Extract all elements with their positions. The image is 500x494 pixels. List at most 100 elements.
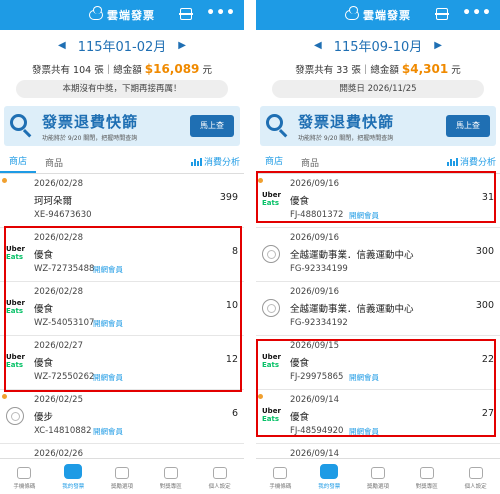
summary-count: 發票共有 33 張｜總金額 bbox=[295, 65, 399, 76]
check-now-button[interactable]: 馬上查 bbox=[446, 115, 490, 137]
nav-item[interactable]: 對獎專區 bbox=[146, 459, 195, 494]
period-selector: ◀ 115年01-02月 ▶ bbox=[0, 30, 244, 60]
period-label: 115年09-10月 bbox=[333, 39, 423, 55]
app-title: 雲端發票 bbox=[107, 9, 155, 22]
highlight-box bbox=[4, 226, 242, 392]
right-phone-screen: 雲端發票 ••• ◀ 115年09-10月 ▶ 發票共有 33 張｜總金額 $4… bbox=[256, 0, 500, 494]
refund-check-banner[interactable]: 發票退費快篩 功能將於 9/20 關閉，把握時間查詢 馬上查 bbox=[260, 106, 496, 146]
store-logo-icon bbox=[6, 407, 24, 425]
bottom-nav: 手機條碼 我的發票 獎勵選項 對獎專區 個人設定 bbox=[256, 458, 500, 494]
app-header: 雲端發票 ••• bbox=[256, 0, 500, 30]
nav-label: 個人設定 bbox=[208, 484, 231, 490]
nav-icon bbox=[163, 467, 178, 479]
nav-item[interactable]: 獎勵選項 bbox=[98, 459, 147, 494]
tab-store[interactable]: 商店 bbox=[0, 154, 36, 173]
store-name: 優步 bbox=[34, 412, 54, 423]
store-name: 珂珂朵爾 bbox=[34, 196, 73, 207]
period-selector: ◀ 115年09-10月 ▶ bbox=[256, 30, 500, 60]
app-title: 雲端發票 bbox=[363, 9, 411, 22]
summary-count: 發票共有 104 張｜總金額 bbox=[32, 65, 142, 76]
member-tag: 開網會員 bbox=[93, 427, 123, 436]
nav-label: 對獎專區 bbox=[159, 484, 182, 490]
unread-dot bbox=[2, 394, 7, 399]
prize-notice: 本期沒有中獎，下期再接再厲！ bbox=[16, 80, 228, 98]
spending-analysis-link[interactable]: 消費分析 bbox=[190, 155, 240, 168]
cloud-icon bbox=[89, 6, 103, 20]
nav-item[interactable]: 我的發票 bbox=[305, 459, 354, 494]
invoice-row[interactable]: 2026/02/25 優步 6 XC-14810882 開網會員 bbox=[0, 390, 244, 444]
invoice-summary: 發票共有 104 張｜總金額 $16,089 元 bbox=[0, 60, 244, 78]
invoice-date: 2026/02/28 bbox=[34, 179, 83, 189]
header-actions: ••• bbox=[435, 6, 492, 20]
invoice-row[interactable]: 2026/02/28 珂珂朵爾 399 XE-94673630 bbox=[0, 174, 244, 228]
nav-item[interactable]: 個人設定 bbox=[451, 459, 500, 494]
nav-item[interactable]: 個人設定 bbox=[195, 459, 244, 494]
invoice-amount: 300 bbox=[475, 300, 494, 311]
nav-label: 獎勵選項 bbox=[110, 484, 133, 490]
screenshot-composite: 雲端發票 ••• ◀ 115年01-02月 ▶ 發票共有 104 張｜總金額 $… bbox=[0, 0, 500, 494]
more-icon[interactable]: ••• bbox=[206, 6, 236, 20]
nav-icon bbox=[419, 467, 434, 479]
prev-period-icon[interactable]: ◀ bbox=[58, 40, 66, 51]
spending-analysis-label: 消費分析 bbox=[203, 158, 240, 168]
store-logo-icon bbox=[262, 299, 280, 317]
nav-item[interactable]: 對獎專區 bbox=[402, 459, 451, 494]
spending-analysis-link[interactable]: 消費分析 bbox=[446, 155, 496, 168]
store-name: 全越運動事業．信義運動中心 bbox=[290, 304, 414, 315]
left-phone-screen: 雲端發票 ••• ◀ 115年01-02月 ▶ 發票共有 104 張｜總金額 $… bbox=[0, 0, 244, 494]
highlight-box bbox=[256, 339, 496, 437]
invoice-amount: 6 bbox=[231, 408, 238, 419]
invoice-number: FG-92334199 bbox=[290, 264, 348, 274]
summary-unit: 元 bbox=[202, 65, 212, 76]
bar-chart-icon bbox=[446, 157, 458, 166]
invoice-row[interactable]: 2026/09/16 全越運動事業．信義運動中心 300 FG-92334199 bbox=[256, 228, 500, 282]
nav-item[interactable]: 手機條碼 bbox=[256, 459, 305, 494]
nav-label: 我的發票 bbox=[318, 484, 341, 490]
tab-product[interactable]: 商品 bbox=[36, 156, 72, 173]
banner-title: 發票退費快篩 bbox=[42, 112, 139, 131]
nav-label: 手機條碼 bbox=[13, 484, 36, 490]
nav-label: 個人設定 bbox=[464, 484, 487, 490]
spending-analysis-label: 消費分析 bbox=[459, 158, 496, 168]
invoice-row[interactable]: 2026/09/16 全越運動事業．信義運動中心 300 FG-92334192 bbox=[256, 282, 500, 336]
app-header: 雲端發票 ••• bbox=[0, 0, 244, 30]
nav-icon bbox=[64, 464, 83, 479]
nav-item[interactable]: 獎勵選項 bbox=[354, 459, 403, 494]
invoice-date: 2026/02/25 bbox=[34, 395, 83, 405]
nav-label: 對獎專區 bbox=[415, 484, 438, 490]
next-period-icon[interactable]: ▶ bbox=[178, 40, 186, 51]
nav-icon bbox=[212, 467, 227, 479]
nav-label: 獎勵選項 bbox=[366, 484, 389, 490]
scan-icon[interactable] bbox=[435, 8, 450, 20]
scan-icon[interactable] bbox=[179, 8, 194, 20]
nav-icon bbox=[320, 464, 339, 479]
invoice-number: FG-92334192 bbox=[290, 318, 348, 328]
prev-period-icon[interactable]: ◀ bbox=[314, 40, 322, 51]
refund-check-banner[interactable]: 發票退費快篩 功能將於 9/20 關閉，把握時間查詢 馬上查 bbox=[4, 106, 240, 146]
list-tabs: 商店 商品 消費分析 bbox=[0, 152, 244, 174]
nav-item[interactable]: 我的發票 bbox=[49, 459, 98, 494]
nav-icon bbox=[273, 467, 288, 479]
invoice-number: XE-94673630 bbox=[34, 210, 92, 220]
summary-amount: $16,089 bbox=[144, 62, 200, 76]
banner-subtitle: 功能將於 9/20 關閉，把握時間查詢 bbox=[42, 134, 138, 142]
invoice-date: 2026/09/16 bbox=[290, 287, 339, 297]
nav-item[interactable]: 手機條碼 bbox=[0, 459, 49, 494]
unread-dot bbox=[2, 178, 7, 183]
store-name: 全越運動事業．信義運動中心 bbox=[290, 250, 414, 261]
invoice-amount: 399 bbox=[219, 192, 238, 203]
banner-subtitle: 功能將於 9/20 關閉，把握時間查詢 bbox=[298, 134, 394, 142]
bottom-nav: 手機條碼 我的發票 獎勵選項 對獎專區 個人設定 bbox=[0, 458, 244, 494]
draw-date-notice: 開獎日 2026/11/25 bbox=[272, 80, 484, 98]
banner-title: 發票退費快篩 bbox=[298, 112, 395, 131]
cloud-icon bbox=[345, 6, 359, 20]
nav-label: 我的發票 bbox=[62, 484, 85, 490]
nav-icon bbox=[370, 467, 385, 479]
summary-amount: $4,301 bbox=[401, 62, 449, 76]
nav-label: 手機條碼 bbox=[269, 484, 292, 490]
magnifier-icon bbox=[10, 114, 34, 138]
invoice-amount: 300 bbox=[475, 246, 494, 257]
next-period-icon[interactable]: ▶ bbox=[434, 40, 442, 51]
more-icon[interactable]: ••• bbox=[462, 6, 492, 20]
check-now-button[interactable]: 馬上查 bbox=[190, 115, 234, 137]
